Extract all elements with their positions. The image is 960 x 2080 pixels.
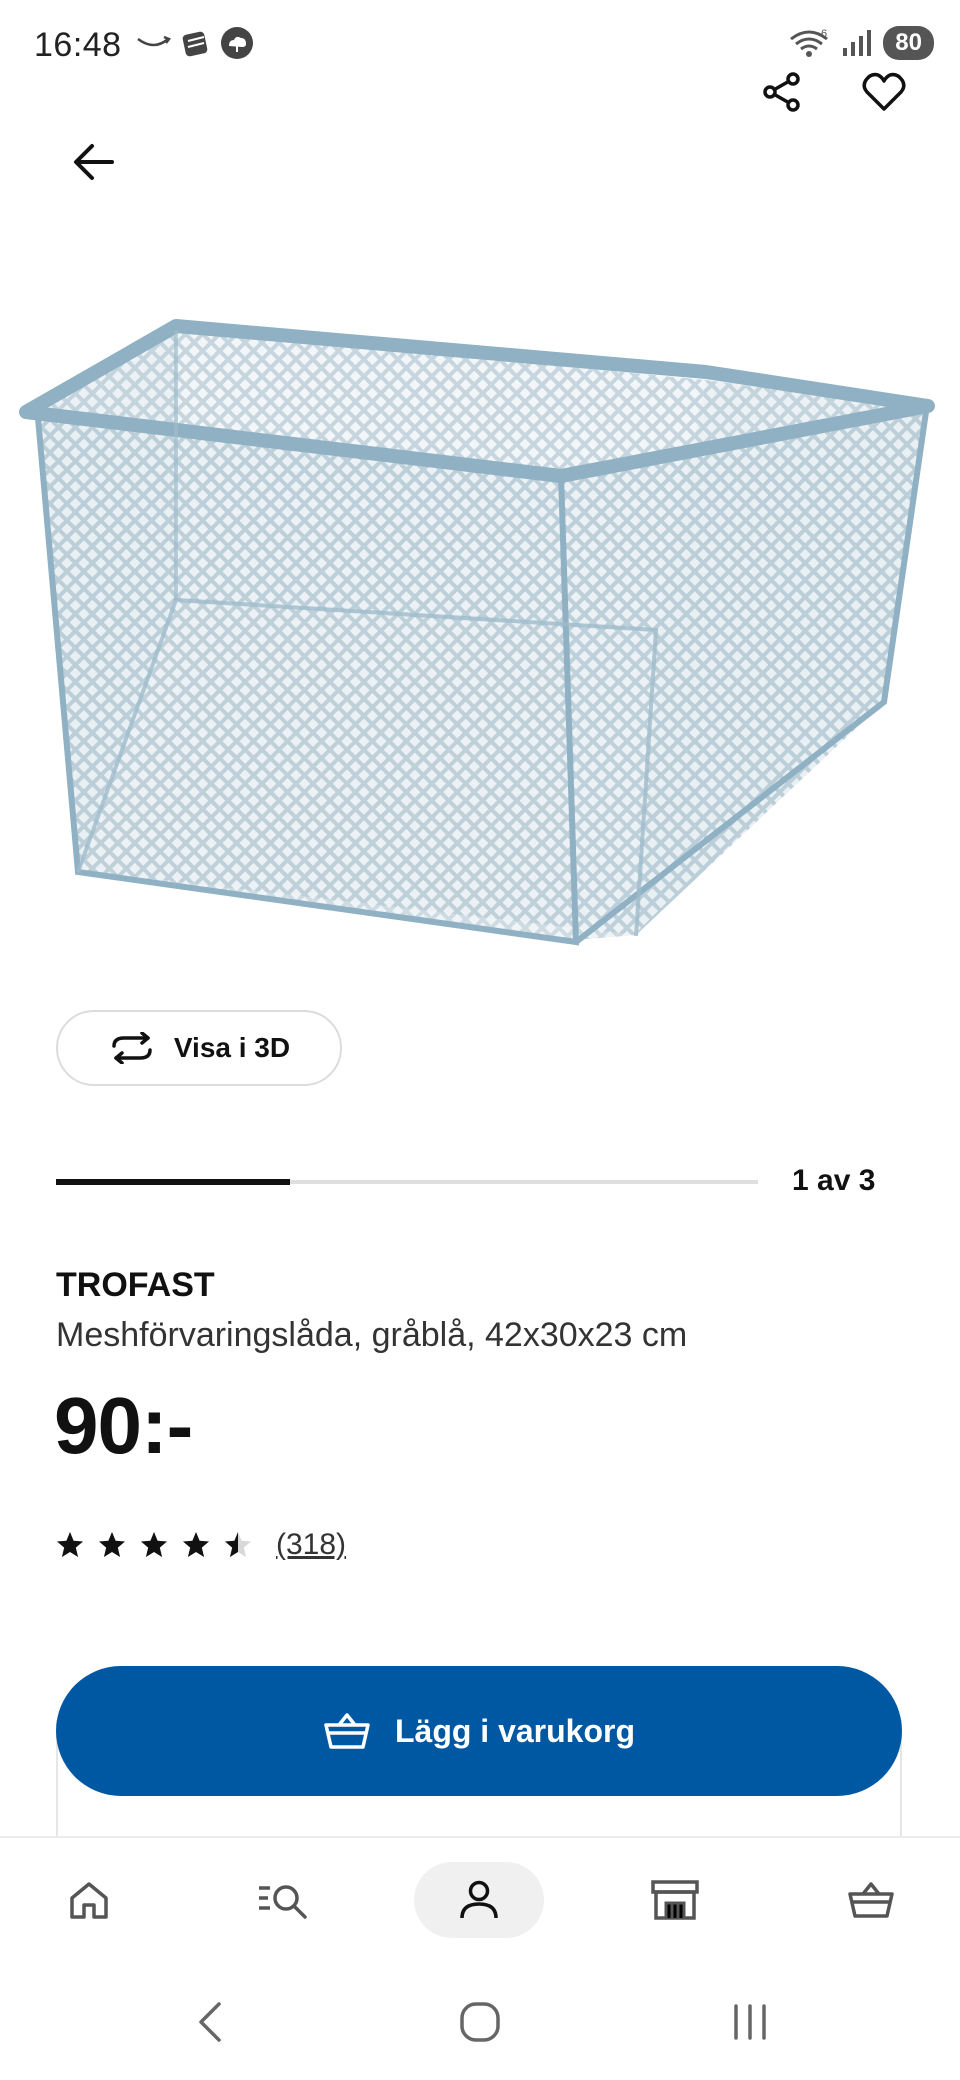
- gallery-progress: [56, 1179, 758, 1185]
- star-icon: [57, 1532, 83, 1557]
- product-brand: TROFAST: [56, 1266, 215, 1304]
- basket-nav-icon: [848, 1882, 894, 1918]
- basket-icon: [324, 1713, 370, 1749]
- favorite-button[interactable]: [854, 62, 914, 122]
- nav-home[interactable]: [24, 1862, 154, 1938]
- nav-profile[interactable]: [414, 1862, 544, 1938]
- home-circle-icon: [460, 2002, 500, 2042]
- nav-store[interactable]: [610, 1862, 740, 1938]
- back-button[interactable]: [62, 130, 126, 194]
- system-back-button[interactable]: [170, 1992, 250, 2052]
- svg-text:6: 6: [821, 28, 827, 40]
- nav-search[interactable]: [218, 1862, 348, 1938]
- person-icon: [460, 1880, 498, 1919]
- signal-icon: [843, 30, 872, 56]
- add-to-cart-label: Lägg i varukorg: [394, 1712, 636, 1749]
- gallery-position-label: 1 av 3: [792, 1164, 876, 1197]
- wifi-icon: 6: [790, 28, 829, 57]
- product-description: Meshförvaringslåda, gråblå, 42x30x23 cm: [56, 1316, 688, 1354]
- bottom-navigation: [0, 1836, 960, 1964]
- mesh-box-illustration: [19, 319, 935, 946]
- rating-stars: [56, 1531, 252, 1559]
- view-3d-label: Visa i 3D: [173, 1032, 291, 1063]
- product-rating[interactable]: (318): [56, 1528, 346, 1562]
- reviews-link[interactable]: (318): [276, 1528, 346, 1562]
- share-icon: [763, 72, 800, 112]
- status-bar: 16:48 6 80: [0, 0, 960, 92]
- star-icon: [183, 1532, 209, 1557]
- gallery-progress-fill: [56, 1179, 290, 1185]
- star-icon: [225, 1532, 251, 1557]
- battery-icon: 80: [883, 26, 934, 60]
- system-recents-button[interactable]: [710, 1992, 790, 2052]
- chevron-left-icon: [199, 2002, 221, 2042]
- amazon-smile-icon: [137, 35, 171, 47]
- system-navigation: [0, 1964, 960, 2080]
- product-image[interactable]: [16, 300, 944, 980]
- recents-icon: [734, 2004, 766, 2040]
- product-page: 16:48 6 80 Visa i 3D 1 av 3 TROFAST Mesh…: [0, 0, 960, 2080]
- status-time: 16:48: [34, 26, 122, 64]
- star-icon: [99, 1532, 125, 1557]
- rotate-3d-icon: [112, 1032, 152, 1064]
- system-home-button[interactable]: [440, 1992, 520, 2052]
- heart-icon: [862, 72, 906, 111]
- add-to-cart-button[interactable]: Lägg i varukorg: [56, 1666, 902, 1796]
- cloud-icon: [221, 27, 253, 59]
- star-icon: [141, 1532, 167, 1557]
- view-3d-button[interactable]: Visa i 3D: [56, 1010, 342, 1086]
- arrow-left-icon: [74, 144, 114, 180]
- system-status-icons: 6 80: [787, 26, 934, 60]
- search-list-icon: [259, 1885, 307, 1919]
- nav-cart[interactable]: [806, 1862, 936, 1938]
- stack-icon: [182, 31, 208, 57]
- share-button[interactable]: [752, 62, 812, 122]
- product-price: 90:-: [54, 1381, 193, 1470]
- store-icon: [651, 1880, 699, 1920]
- home-icon: [70, 1882, 108, 1919]
- notification-icons: [136, 26, 254, 60]
